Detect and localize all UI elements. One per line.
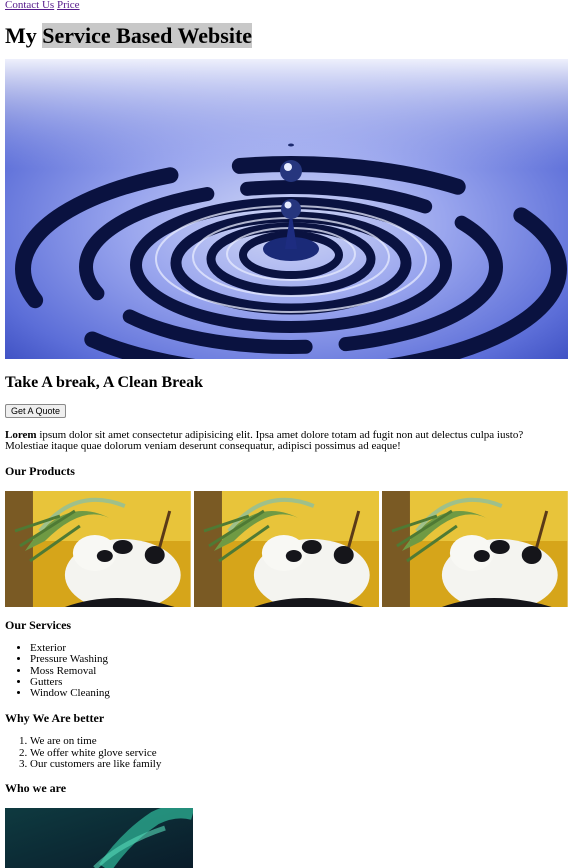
list-item: Our customers are like family bbox=[30, 758, 568, 770]
top-nav: Contact Us Price bbox=[5, 0, 568, 14]
product-panda-image-2 bbox=[193, 490, 380, 607]
services-list: Exterior Pressure Washing Moss Removal G… bbox=[5, 642, 568, 700]
list-item: Pressure Washing bbox=[30, 654, 568, 666]
who-heading: Who we are bbox=[5, 781, 67, 796]
page-title: My Service Based Website bbox=[5, 23, 568, 48]
list-item: Moss Removal bbox=[30, 665, 568, 677]
nav-link-price[interactable]: Price bbox=[57, 0, 80, 11]
product-panda-image-3 bbox=[382, 490, 569, 607]
reasons-list: We are on time We offer white glove serv… bbox=[5, 735, 568, 770]
list-item: We are on time bbox=[30, 735, 568, 747]
better-heading: Why We Are better bbox=[5, 710, 105, 725]
list-item: Window Cleaning bbox=[30, 688, 568, 700]
products-heading: Our Products bbox=[5, 463, 75, 478]
nav-link-contact[interactable]: Contact Us bbox=[5, 0, 54, 11]
who-we-are-aurora-image bbox=[5, 807, 193, 868]
intro-paragraph: Lorem ipsum dolor sit amet consectetur a… bbox=[5, 428, 568, 453]
services-heading: Our Services bbox=[5, 617, 72, 632]
list-item: Exterior bbox=[30, 642, 568, 654]
intro-lead: Lorem bbox=[5, 428, 37, 441]
intro-body: ipsum dolor sit amet consectetur adipisi… bbox=[5, 428, 524, 453]
get-quote-button[interactable]: Get A Quote bbox=[5, 403, 67, 418]
tagline: Take A break, A Clean Break bbox=[5, 374, 203, 392]
list-item: Gutters bbox=[30, 676, 568, 688]
page-title-highlight: Service Based Website bbox=[42, 23, 253, 48]
page: Contact Us Price My Service Based Websit… bbox=[0, 0, 573, 868]
products-gallery bbox=[5, 490, 569, 607]
product-panda-image-1 bbox=[5, 490, 191, 607]
page-title-plain: My bbox=[5, 23, 43, 48]
hero-water-drop-image bbox=[5, 59, 568, 360]
